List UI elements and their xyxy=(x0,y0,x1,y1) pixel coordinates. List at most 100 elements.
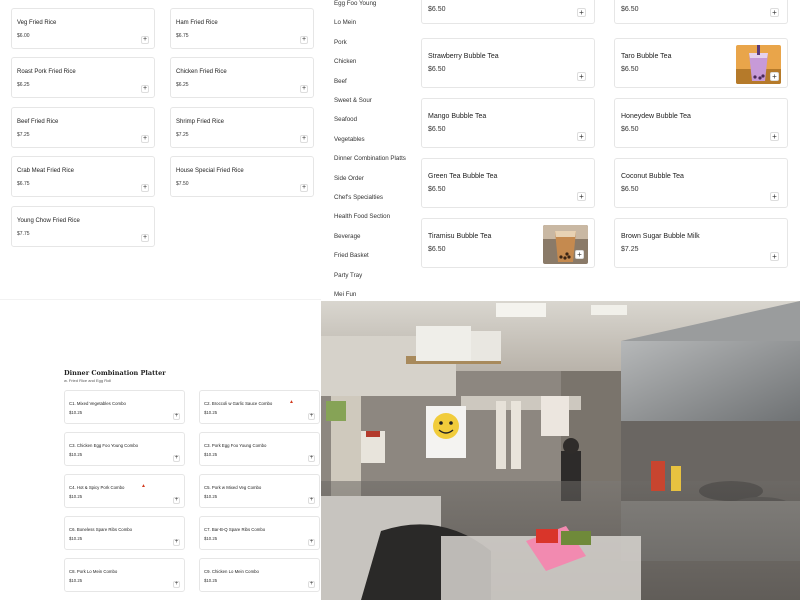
item-price: $6.75 xyxy=(17,181,30,187)
plus-icon[interactable]: + xyxy=(577,72,586,81)
plus-icon[interactable]: + xyxy=(770,132,779,141)
menu-item-card[interactable]: Taro Bubble Tea $6.50 + xyxy=(614,38,788,88)
category-link[interactable]: Health Food Section xyxy=(334,213,390,220)
plus-icon[interactable]: + xyxy=(173,497,180,504)
plus-icon[interactable]: + xyxy=(577,192,586,201)
category-link[interactable]: Lo Mein xyxy=(334,19,356,26)
menu-item-card[interactable]: $6.50 + xyxy=(614,0,788,24)
item-price: $6.50 xyxy=(621,66,639,73)
combo-item-card[interactable]: C4. Hot & Spicy Pork Combo ▲ $10.25 + xyxy=(64,474,185,508)
plus-icon[interactable]: + xyxy=(141,184,149,192)
item-price: $6.00 xyxy=(17,33,30,39)
item-name: Strawberry Bubble Tea xyxy=(428,53,499,60)
menu-item-card[interactable]: Shrimp Fried Rice $7.25 + xyxy=(170,107,314,148)
item-price: $10.25 xyxy=(69,578,83,583)
category-link[interactable]: Beef xyxy=(334,78,347,85)
menu-item-card[interactable]: Ham Fried Rice $6.75 + xyxy=(170,8,314,49)
item-name: Mango Bubble Tea xyxy=(428,113,487,120)
plus-icon[interactable]: + xyxy=(173,539,180,546)
item-name: C4. Hot & Spicy Pork Combo xyxy=(69,485,125,490)
category-link[interactable]: Dinner Combination Platts xyxy=(334,155,406,162)
plus-icon[interactable]: + xyxy=(308,455,315,462)
combo-item-card[interactable]: C6. Boneless Spare Ribs Combo $10.25 + xyxy=(64,516,185,550)
plus-icon[interactable]: + xyxy=(575,250,584,259)
item-name: Tiramisu Bubble Tea xyxy=(428,233,492,240)
plus-icon[interactable]: + xyxy=(308,497,315,504)
item-name: C9. Chicken Lo Mein Combo xyxy=(204,569,259,574)
category-link[interactable]: Vegetables xyxy=(334,136,365,143)
menu-item-card[interactable]: Crab Meat Fried Rice $6.75 + xyxy=(11,156,155,197)
combo-item-card[interactable]: C3. Pork Egg Foo Young Combo $10.25 + xyxy=(199,432,320,466)
item-name: Shrimp Fried Rice xyxy=(176,119,225,125)
plus-icon[interactable]: + xyxy=(300,36,308,44)
item-name: C2. Broccoli w Garlic Sauce Combo xyxy=(204,401,273,406)
plus-icon[interactable]: + xyxy=(141,135,149,143)
item-name: Brown Sugar Bubble Milk xyxy=(621,233,700,240)
category-link[interactable]: Egg Foo Young xyxy=(334,0,376,7)
plus-icon[interactable]: + xyxy=(308,539,315,546)
plus-icon[interactable]: + xyxy=(770,192,779,201)
menu-item-card[interactable]: Honeydew Bubble Tea $6.50 + xyxy=(614,98,788,148)
category-link[interactable]: Side Order xyxy=(334,175,364,182)
menu-item-card[interactable]: House Special Fried Rice $7.50 + xyxy=(170,156,314,197)
menu-item-card[interactable]: Mango Bubble Tea $6.50 + xyxy=(421,98,595,148)
combo-item-card[interactable]: C1. Mixed Vegetables Combo $10.25 + xyxy=(64,390,185,424)
item-price: $7.25 xyxy=(176,132,189,138)
menu-item-card[interactable]: Coconut Bubble Tea $6.50 + xyxy=(614,158,788,208)
item-price: $10.25 xyxy=(204,578,218,583)
combo-item-card[interactable]: C9. Chicken Lo Mein Combo $10.25 + xyxy=(199,558,320,592)
category-link[interactable]: Pork xyxy=(334,39,347,46)
item-price: $6.50 xyxy=(621,186,639,193)
plus-icon[interactable]: + xyxy=(173,581,180,588)
menu-item-card[interactable]: Young Chow Fried Rice $7.75 + xyxy=(11,206,155,247)
item-name: Chicken Fried Rice xyxy=(176,69,227,75)
combo-item-card[interactable]: C3. Chicken Egg Foo Young Combo $10.25 + xyxy=(64,432,185,466)
item-name: C6. Boneless Spare Ribs Combo xyxy=(69,527,133,532)
item-price: $7.25 xyxy=(17,132,30,138)
plus-icon[interactable]: + xyxy=(300,135,308,143)
item-price: $10.25 xyxy=(69,410,83,415)
plus-icon[interactable]: + xyxy=(141,234,149,242)
menu-item-card[interactable]: Chicken Fried Rice $6.25 + xyxy=(170,57,314,98)
plus-icon[interactable]: + xyxy=(300,85,308,93)
category-link[interactable]: Fried Basket xyxy=(334,252,369,259)
item-price: $6.50 xyxy=(428,6,446,13)
menu-item-card[interactable]: Strawberry Bubble Tea $6.50 + xyxy=(421,38,595,88)
menu-item-card[interactable]: $6.50 + xyxy=(421,0,595,24)
menu-item-card[interactable]: Brown Sugar Bubble Milk $7.25 + xyxy=(614,218,788,268)
item-price: $6.50 xyxy=(621,126,639,133)
combo-item-card[interactable]: C8. Pork Lo Mein Combo $10.25 + xyxy=(64,558,185,592)
combo-item-card[interactable]: C2. Broccoli w Garlic Sauce Combo ▲ $10.… xyxy=(199,390,320,424)
category-link[interactable]: Beverage xyxy=(334,233,361,240)
menu-item-card[interactable]: Green Tea Bubble Tea $6.50 + xyxy=(421,158,595,208)
section-divider xyxy=(0,299,321,300)
menu-item-card[interactable]: Roast Pork Fried Rice $6.25 + xyxy=(11,57,155,98)
plus-icon[interactable]: + xyxy=(308,413,315,420)
category-link[interactable]: Sweet & Sour xyxy=(334,97,372,104)
menu-item-card[interactable]: Beef Fried Rice $7.25 + xyxy=(11,107,155,148)
combo-item-card[interactable]: C7. Bar-B-Q Spare Ribs Combo $10.25 + xyxy=(199,516,320,550)
item-price: $6.50 xyxy=(428,246,446,253)
category-link[interactable]: Party Tray xyxy=(334,272,362,279)
plus-icon[interactable]: + xyxy=(141,36,149,44)
plus-icon[interactable]: + xyxy=(770,252,779,261)
plus-icon[interactable]: + xyxy=(577,8,586,17)
category-link[interactable]: Seafood xyxy=(334,116,357,123)
plus-icon[interactable]: + xyxy=(770,72,779,81)
category-link[interactable]: Mei Fun xyxy=(334,291,356,298)
plus-icon[interactable]: + xyxy=(173,455,180,462)
plus-icon[interactable]: + xyxy=(173,413,180,420)
menu-item-card[interactable]: Veg Fried Rice $6.00 + xyxy=(11,8,155,49)
plus-icon[interactable]: + xyxy=(141,85,149,93)
item-name: C3. Chicken Egg Foo Young Combo xyxy=(69,443,139,448)
menu-item-card[interactable]: Tiramisu Bubble Tea $6.50 + xyxy=(421,218,595,268)
plus-icon[interactable]: + xyxy=(577,132,586,141)
plus-icon[interactable]: + xyxy=(300,184,308,192)
item-price: $7.25 xyxy=(621,246,639,253)
combo-item-card[interactable]: C5. Pork w Mixed Veg Combo $10.25 + xyxy=(199,474,320,508)
category-link[interactable]: Chef's Specialties xyxy=(334,194,383,201)
item-price: $6.50 xyxy=(428,66,446,73)
plus-icon[interactable]: + xyxy=(770,8,779,17)
category-link[interactable]: Chicken xyxy=(334,58,356,65)
plus-icon[interactable]: + xyxy=(308,581,315,588)
